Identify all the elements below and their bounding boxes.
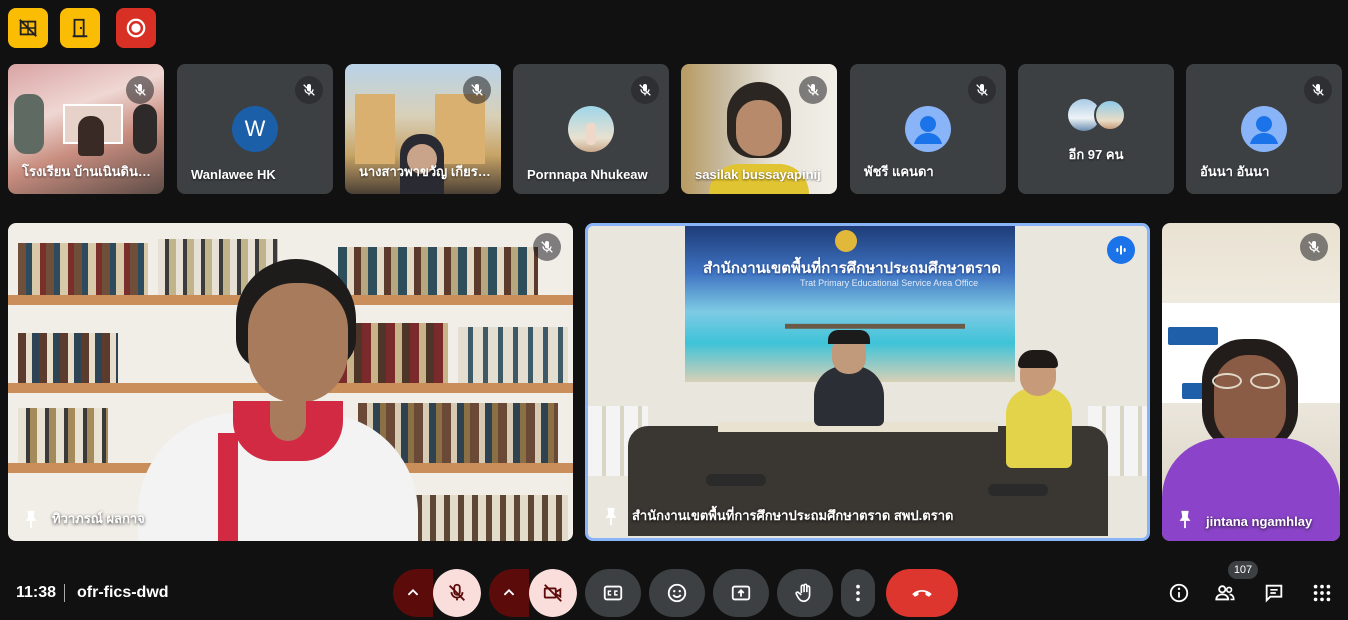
default-avatar-icon xyxy=(905,106,951,152)
default-avatar-icon xyxy=(1241,106,1287,152)
reactions-button[interactable] xyxy=(649,569,705,617)
mic-off-icon xyxy=(968,76,996,104)
chevron-up-icon xyxy=(503,588,515,596)
mic-control xyxy=(393,569,481,617)
pin-icon[interactable] xyxy=(20,509,42,529)
participant-tile[interactable]: sasilak bussayapinij xyxy=(681,64,837,194)
participant-tile[interactable]: อันนา อันนา xyxy=(1186,64,1342,194)
speaking-indicator-icon xyxy=(1107,236,1135,264)
info-icon xyxy=(1169,583,1189,603)
grid-off-icon[interactable] xyxy=(8,8,48,48)
participant-tile[interactable]: พัชรี แคนดา xyxy=(850,64,1006,194)
mic-off-icon xyxy=(631,76,659,104)
apps-grid-icon xyxy=(1313,584,1331,602)
participant-name: ทิวาภรณ์ ผลกาจ xyxy=(52,511,145,526)
closed-captions-icon xyxy=(603,585,623,601)
avatar xyxy=(568,106,614,152)
participant-name: Pornnapa Nhukeaw xyxy=(527,167,648,182)
participant-name: อันนา อันนา xyxy=(1200,164,1270,179)
main-video-tile-active-speaker[interactable]: สำนักงานเขตพื้นที่การศึกษาประถมศึกษาตราด… xyxy=(585,223,1150,541)
meeting-info-button[interactable] xyxy=(1166,580,1192,606)
mic-off-icon xyxy=(295,76,323,104)
participant-name: สำนักงานเขตพื้นที่การศึกษาประถมศึกษาตราด… xyxy=(632,508,954,523)
participant-tile[interactable]: W Wanlawee HK xyxy=(177,64,333,194)
camera-toggle-button[interactable] xyxy=(529,569,577,617)
activities-button[interactable] xyxy=(1309,580,1335,606)
mic-off-icon xyxy=(463,76,491,104)
participant-tile[interactable]: Pornnapa Nhukeaw xyxy=(513,64,669,194)
main-video-tile[interactable]: ทิวาภรณ์ ผลกาจ xyxy=(8,223,573,541)
door-icon[interactable] xyxy=(60,8,100,48)
emoji-icon xyxy=(667,583,687,603)
more-participants-label: อีก 97 คน xyxy=(1068,147,1124,162)
mic-off-icon xyxy=(799,76,827,104)
more-participants-tile[interactable]: อีก 97 คน xyxy=(1018,64,1174,194)
chat-button[interactable] xyxy=(1261,580,1287,606)
phone-hangup-icon xyxy=(912,590,932,597)
captions-button[interactable] xyxy=(585,569,641,617)
record-icon[interactable] xyxy=(116,8,156,48)
participant-name: พัชรี แคนดา xyxy=(864,164,934,179)
camera-off-icon xyxy=(543,584,562,602)
main-video-tile[interactable]: jintana ngamhlay xyxy=(1162,223,1340,541)
people-icon xyxy=(1215,585,1235,601)
chat-icon xyxy=(1265,584,1283,603)
raise-hand-button[interactable] xyxy=(777,569,833,617)
pin-icon[interactable] xyxy=(600,506,622,526)
mic-off-icon xyxy=(1304,76,1332,104)
participant-name: jintana ngamhlay xyxy=(1206,514,1313,529)
mic-off-icon xyxy=(449,583,465,601)
camera-control xyxy=(489,569,577,617)
chevron-up-icon xyxy=(407,588,419,596)
avatar: W xyxy=(232,106,278,152)
people-button[interactable] xyxy=(1212,580,1238,606)
participant-name: โรงเรียน บ้านเนินดินแดง xyxy=(22,164,156,179)
avatar xyxy=(1094,99,1126,131)
present-screen-button[interactable] xyxy=(713,569,769,617)
video-options-button[interactable] xyxy=(489,569,529,617)
participant-name: นางสาวพาขวัญ เกียรติศักดิ์ xyxy=(359,164,493,179)
hand-icon xyxy=(795,583,811,603)
mic-off-icon xyxy=(126,76,154,104)
participant-count-badge: 107 xyxy=(1228,561,1258,579)
participant-tile[interactable]: นางสาวพาขวัญ เกียรติศักดิ์ xyxy=(345,64,501,194)
participant-name: sasilak bussayapinij xyxy=(695,167,821,182)
meeting-code: ofr-fics-dwd xyxy=(77,584,169,601)
audio-options-button[interactable] xyxy=(393,569,433,617)
more-vert-icon xyxy=(856,584,860,602)
more-options-button[interactable] xyxy=(841,569,875,617)
end-call-button[interactable] xyxy=(886,569,958,617)
mic-off-icon xyxy=(533,233,561,261)
meeting-time: 11:38 xyxy=(16,584,57,601)
mic-toggle-button[interactable] xyxy=(433,569,481,617)
participant-name: Wanlawee HK xyxy=(191,167,276,182)
mic-off-icon xyxy=(1300,233,1328,261)
participant-tile[interactable]: โรงเรียน บ้านเนินดินแดง xyxy=(8,64,164,194)
pin-icon[interactable] xyxy=(1174,509,1196,529)
present-icon xyxy=(731,585,751,601)
divider xyxy=(64,584,65,602)
